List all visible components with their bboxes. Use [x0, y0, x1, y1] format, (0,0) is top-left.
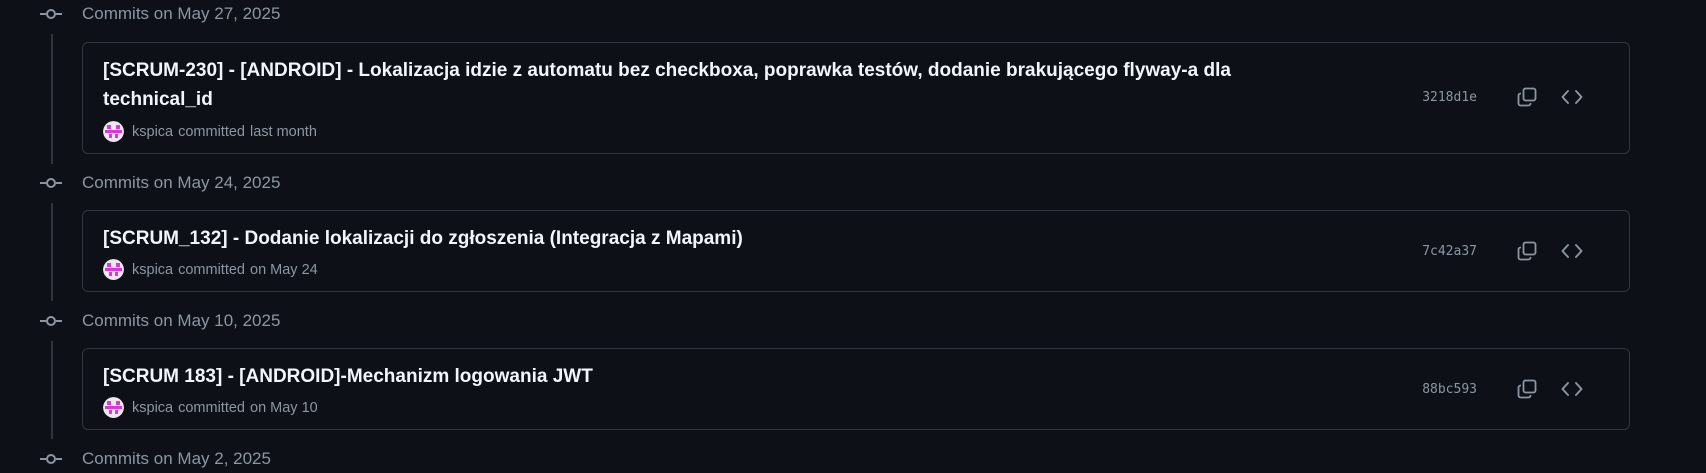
- commit-meta: kspica committed on May 10: [103, 397, 318, 418]
- commit-author[interactable]: kspica: [132, 262, 173, 278]
- browse-repo-button[interactable]: [1557, 374, 1587, 404]
- copy-sha-button[interactable]: [1512, 236, 1542, 266]
- code-icon: [1561, 90, 1583, 104]
- commit-author[interactable]: kspica: [132, 400, 173, 416]
- commit-row[interactable]: [SCRUM-230] - [ANDROID] - Lokalizacja id…: [82, 42, 1630, 154]
- commit-time: on May 10: [250, 399, 318, 416]
- commit-time: on May 24: [250, 261, 318, 278]
- commit-row[interactable]: [SCRUM_132] - Dodanie lokalizacji do zgł…: [82, 210, 1630, 292]
- copy-icon: [1517, 241, 1537, 261]
- avatar[interactable]: [103, 259, 124, 280]
- commit-meta: kspica committed on May 24: [103, 259, 318, 280]
- commit-meta: kspica committed last month: [103, 121, 317, 142]
- commit-author[interactable]: kspica: [132, 124, 173, 140]
- commit-group-header: Commits on May 24, 2025: [40, 171, 280, 195]
- browse-repo-button[interactable]: [1557, 82, 1587, 112]
- commit-sha[interactable]: 7c42a37: [1422, 244, 1477, 259]
- commit-history: Commits on May 27, 2025 [SCRUM-230] - [A…: [0, 0, 1706, 473]
- commit-group-date: Commits on May 24, 2025: [82, 173, 281, 192]
- copy-sha-button[interactable]: [1512, 82, 1542, 112]
- commit-title[interactable]: [SCRUM_132] - Dodanie lokalizacji do zgł…: [103, 224, 1303, 253]
- commit-action: committed: [178, 123, 245, 140]
- commit-action: committed: [178, 261, 245, 278]
- commit-time: last month: [250, 123, 317, 140]
- git-commit-icon: [40, 178, 62, 188]
- avatar[interactable]: [103, 121, 124, 142]
- commit-group-date: Commits on May 2, 2025: [82, 449, 271, 468]
- commit-group-date: Commits on May 27, 2025: [82, 4, 281, 23]
- commit-title[interactable]: [SCRUM-230] - [ANDROID] - Lokalizacja id…: [103, 56, 1303, 114]
- copy-icon: [1517, 379, 1537, 399]
- browse-repo-button[interactable]: [1557, 236, 1587, 266]
- timeline-line: [51, 341, 53, 439]
- timeline-line: [51, 34, 53, 164]
- commit-row[interactable]: [SCRUM 183] - [ANDROID]-Mechanizm logowa…: [82, 348, 1630, 430]
- commit-sha[interactable]: 3218d1e: [1422, 90, 1477, 105]
- avatar[interactable]: [103, 397, 124, 418]
- copy-sha-button[interactable]: [1512, 374, 1542, 404]
- commit-group-header: Commits on May 10, 2025: [40, 309, 280, 333]
- git-commit-icon: [40, 316, 62, 326]
- timeline-line: [51, 203, 53, 301]
- commit-sha[interactable]: 88bc593: [1422, 382, 1477, 397]
- git-commit-icon: [40, 454, 62, 464]
- commit-actions: 88bc593: [1422, 374, 1587, 404]
- commit-actions: 7c42a37: [1422, 236, 1587, 266]
- copy-icon: [1517, 87, 1537, 107]
- commit-group-header: Commits on May 2, 2025: [40, 447, 271, 471]
- commit-title[interactable]: [SCRUM 183] - [ANDROID]-Mechanizm logowa…: [103, 362, 1303, 391]
- code-icon: [1561, 244, 1583, 258]
- commit-group-header: Commits on May 27, 2025: [40, 2, 280, 26]
- commit-actions: 3218d1e: [1422, 82, 1587, 112]
- code-icon: [1561, 382, 1583, 396]
- commit-action: committed: [178, 399, 245, 416]
- commit-group-date: Commits on May 10, 2025: [82, 311, 281, 330]
- git-commit-icon: [40, 9, 62, 19]
